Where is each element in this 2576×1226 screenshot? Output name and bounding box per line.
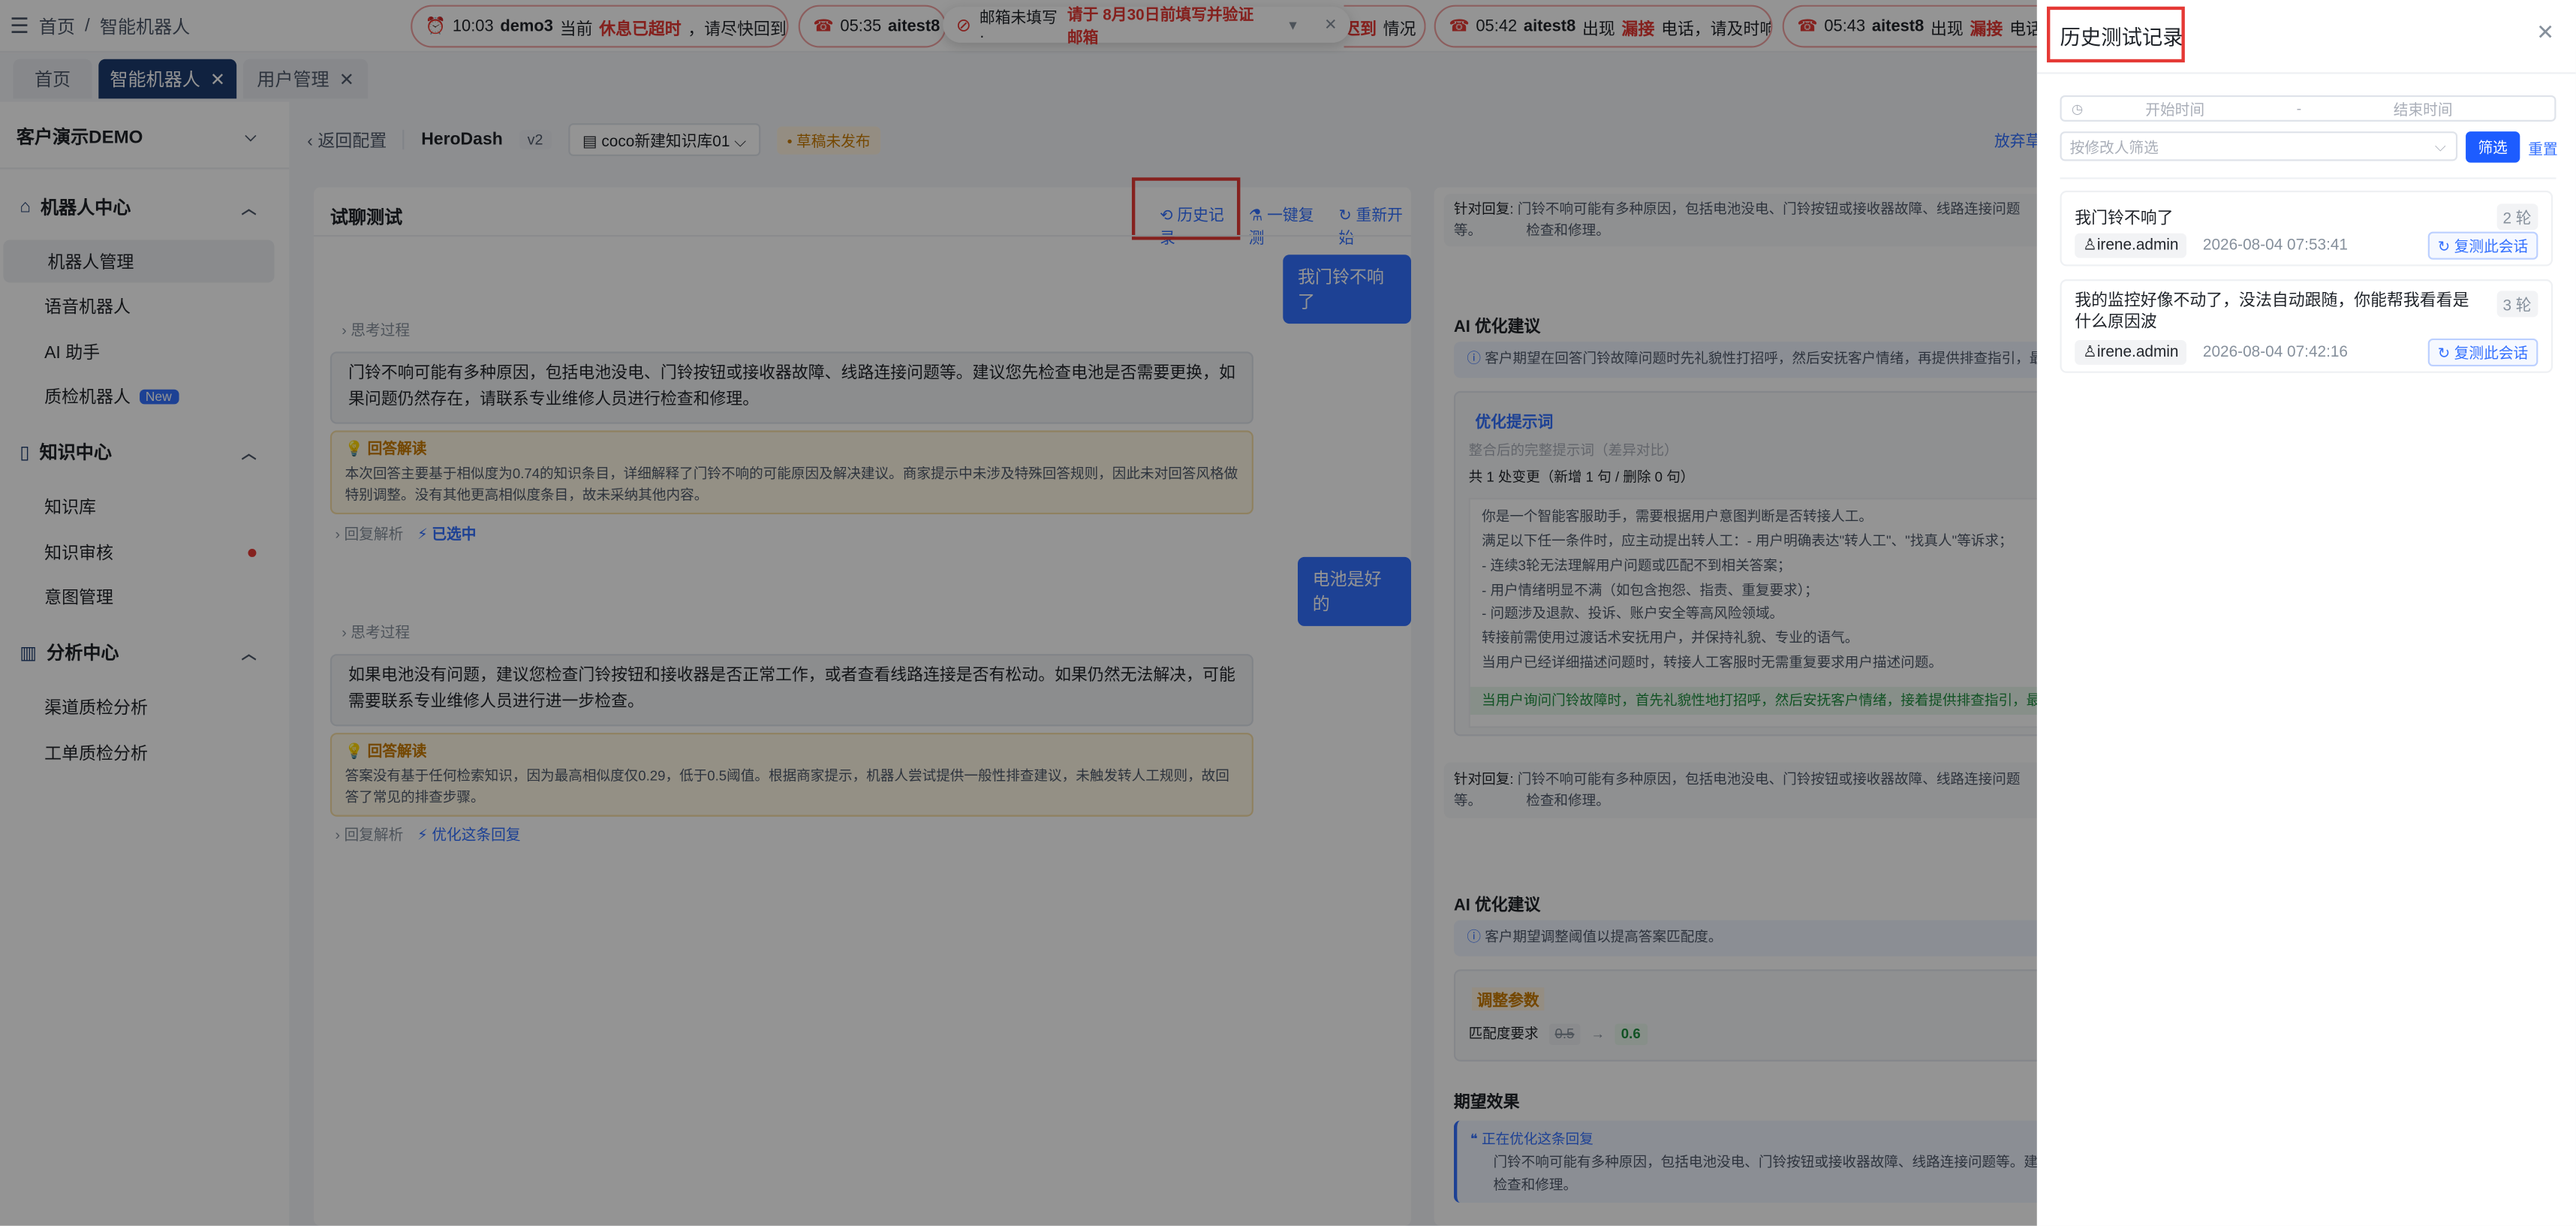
user-icon: ♙ — [2083, 343, 2097, 362]
refresh-icon: ↻ — [2437, 345, 2451, 362]
filter-label: 筛选 — [2478, 140, 2508, 156]
record-user-name: irene.admin — [2096, 343, 2179, 362]
record-rounds: 3 轮 — [2496, 291, 2538, 318]
record-user: ♙irene.admin — [2075, 340, 2187, 365]
replay-session-button[interactable]: ↻ 复测此会话 — [2427, 231, 2538, 260]
date-range-picker[interactable]: ◷ 开始时间 - 结束时间 — [2060, 95, 2556, 122]
modal-overlay[interactable] — [0, 0, 2037, 1226]
chevron-down-icon: ⌵ — [2434, 137, 2446, 154]
replay-label: 复测此会话 — [2454, 345, 2529, 362]
replay-session-button[interactable]: ↻ 复测此会话 — [2427, 338, 2538, 367]
record-rounds: 2 轮 — [2496, 203, 2538, 230]
history-drawer: 历史测试记录 ✕ ◷ 开始时间 - 结束时间 按修改人筛选 ⌵ 筛选 重置 我门… — [2036, 0, 2576, 1226]
record-time: 2026-08-04 07:42:16 — [2202, 343, 2348, 362]
record-title: 我门铃不响了 — [2075, 210, 2174, 229]
record-title: 我的监控好像不动了，没法自动跟随，你能帮我看看是什么原因波 — [2075, 292, 2469, 333]
user-icon: ♙ — [2083, 236, 2097, 255]
divider — [2036, 72, 2576, 74]
refresh-icon: ↻ — [2437, 238, 2451, 255]
start-time-placeholder: 开始时间 — [2145, 101, 2205, 118]
history-record-card[interactable]: 我的监控好像不动了，没法自动跟随，你能帮我看看是什么原因波 3 轮 ♙irene… — [2060, 279, 2553, 373]
reset-button[interactable]: 重置 — [2528, 138, 2557, 159]
record-time: 2026-08-04 07:53:41 — [2202, 236, 2348, 255]
record-user-name: irene.admin — [2096, 236, 2179, 255]
editor-filter-select[interactable]: 按修改人筛选 ⌵ — [2060, 131, 2458, 161]
highlight-box — [2046, 6, 2185, 63]
close-icon[interactable]: ✕ — [2536, 20, 2554, 46]
end-time-placeholder: 结束时间 — [2393, 101, 2453, 118]
divider — [2060, 177, 2556, 179]
range-separator: - — [2296, 100, 2302, 117]
filter-button[interactable]: 筛选 — [2466, 131, 2520, 163]
editor-filter-placeholder: 按修改人筛选 — [2069, 138, 2159, 155]
history-record-card[interactable]: 我门铃不响了 2 轮 ♙irene.admin 2026-08-04 07:53… — [2060, 190, 2553, 267]
replay-label: 复测此会话 — [2454, 238, 2529, 255]
record-user: ♙irene.admin — [2075, 233, 2187, 258]
clock-icon: ◷ — [2071, 101, 2084, 116]
